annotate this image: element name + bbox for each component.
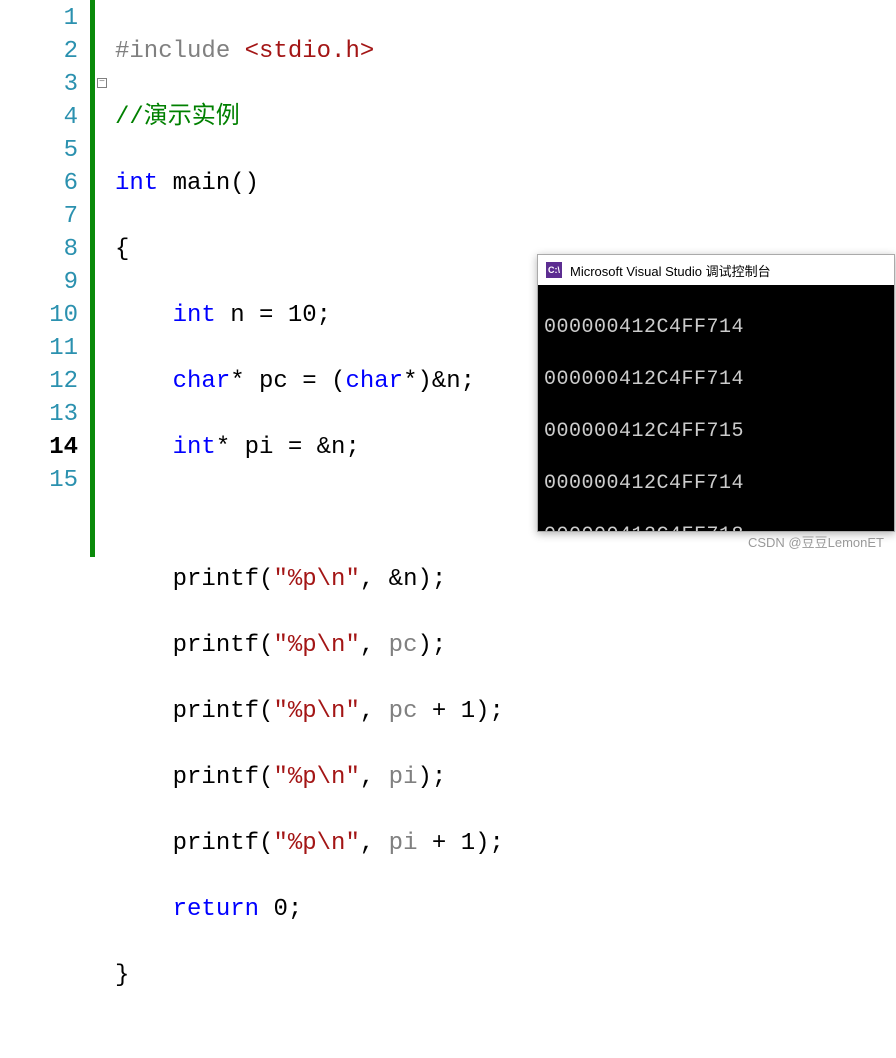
line-number: 10 [0,299,78,332]
line-number-current: 14 [0,431,78,464]
line-number: 13 [0,398,78,431]
code-line: return 0; [115,893,896,926]
line-number: 3 [0,68,78,101]
line-number: 12 [0,365,78,398]
code-line: printf("%p\n", &n); [115,563,896,596]
fold-column: − [95,0,109,557]
line-number: 7 [0,200,78,233]
console-line: 000000412C4FF714 [544,367,888,393]
fold-toggle-icon[interactable]: − [97,78,107,88]
code-line: int main() [115,167,896,200]
line-number-gutter: 1 2 3 4 5 6 7 8 9 10 11 12 13 14 15 [0,0,90,557]
visual-studio-icon: C:\ [546,262,562,278]
watermark: CSDN @豆豆LemonET [748,532,884,551]
console-line: 000000412C4FF718 [544,523,888,531]
code-line: #include <stdio.h> [115,35,896,68]
line-number: 11 [0,332,78,365]
code-line: printf("%p\n", pi + 1); [115,827,896,860]
console-line: 000000412C4FF714 [544,315,888,341]
line-number: 4 [0,101,78,134]
line-number: 9 [0,266,78,299]
code-line: printf("%p\n", pi); [115,761,896,794]
debug-console-window[interactable]: C:\ Microsoft Visual Studio 调试控制台 000000… [537,254,895,532]
code-line: printf("%p\n", pc + 1); [115,695,896,728]
line-number: 5 [0,134,78,167]
console-title: Microsoft Visual Studio 调试控制台 [570,261,771,280]
console-line: 000000412C4FF715 [544,419,888,445]
line-number: 2 [0,35,78,68]
code-line: printf("%p\n", pc); [115,629,896,662]
code-line: } [115,959,896,992]
line-number: 8 [0,233,78,266]
console-line: 000000412C4FF714 [544,471,888,497]
console-titlebar[interactable]: C:\ Microsoft Visual Studio 调试控制台 [538,255,894,285]
line-number: 1 [0,2,78,35]
code-line: //演示实例 [115,101,896,134]
line-number: 6 [0,167,78,200]
console-output[interactable]: 000000412C4FF714 000000412C4FF714 000000… [538,285,894,531]
line-number: 15 [0,464,78,497]
